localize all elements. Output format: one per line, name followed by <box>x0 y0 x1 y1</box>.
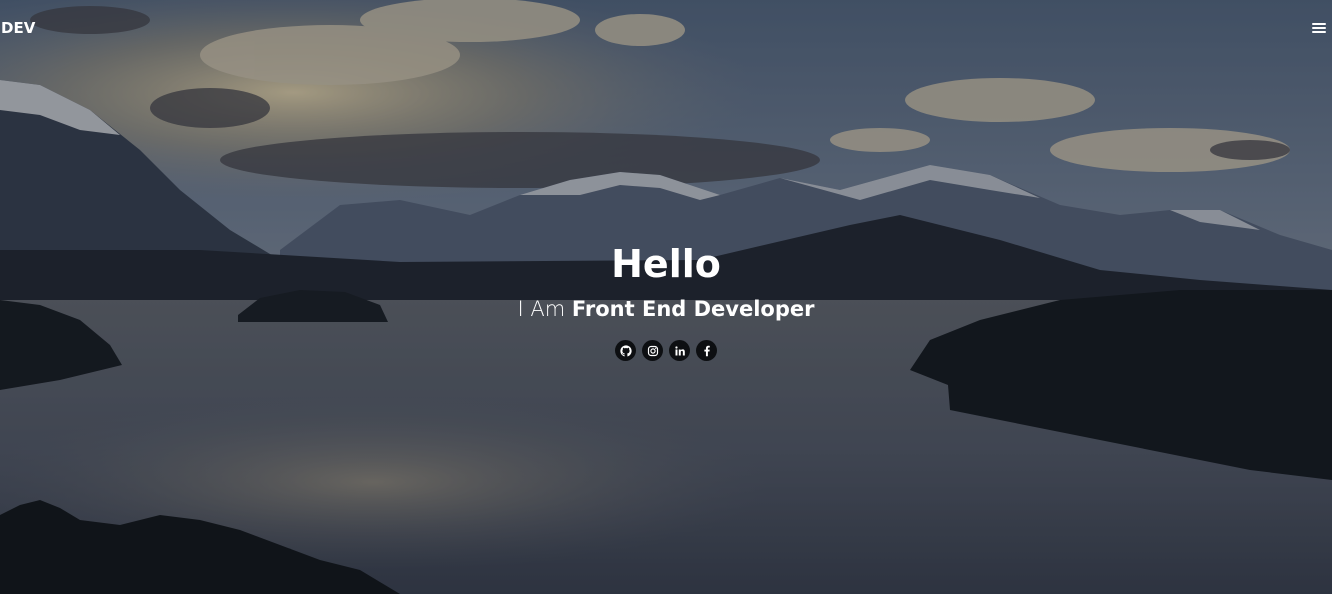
site-logo[interactable]: DEV <box>1 19 35 37</box>
hero-content: Hello I Am Front End Developer <box>0 238 1332 361</box>
hamburger-menu-icon[interactable] <box>1310 20 1328 36</box>
instagram-link[interactable] <box>642 340 663 361</box>
github-icon <box>619 344 632 356</box>
github-link[interactable] <box>615 340 636 361</box>
facebook-link[interactable] <box>696 340 717 361</box>
instagram-icon <box>647 345 658 356</box>
linkedin-icon <box>674 345 685 355</box>
facebook-icon <box>703 345 710 356</box>
hero-subtitle: I Am Front End Developer <box>0 294 1332 324</box>
subtitle-role: Front End Developer <box>571 297 815 321</box>
linkedin-link[interactable] <box>669 340 690 361</box>
subtitle-prefix: I Am <box>517 297 566 321</box>
social-links <box>0 340 1332 361</box>
hero-title: Hello <box>611 242 721 286</box>
hero-section: DEV Hello I Am Front End Developer <box>0 0 1332 594</box>
